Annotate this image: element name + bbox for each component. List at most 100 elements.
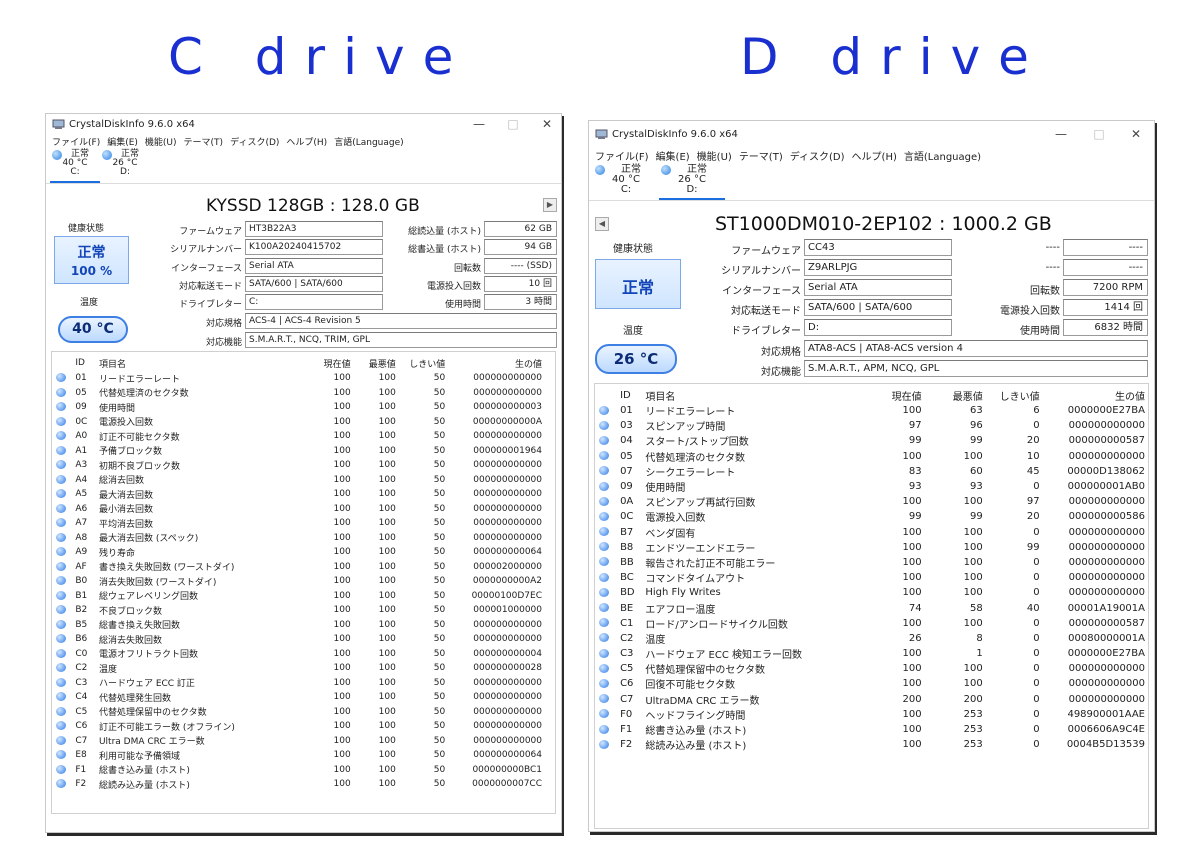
col-attribute[interactable]: 項目名 — [97, 355, 301, 371]
drive-tab-c[interactable]: 正常 40 °C C: — [593, 163, 659, 200]
table-row[interactable]: C6 回復不可能セクタ数 100 100 0 000000000000 — [597, 676, 1147, 691]
table-row[interactable]: F0 ヘッドフライング時間 100 253 0 498900001AAE — [597, 707, 1147, 722]
table-row[interactable]: 03 スピンアップ時間 97 96 0 000000000000 — [597, 418, 1147, 433]
menu-disk[interactable]: ディスク(D) — [230, 135, 279, 148]
col-worst[interactable]: 最悪値 — [924, 387, 985, 403]
table-row[interactable]: A3 初期不良ブロック数 100 100 50 000000000000 — [54, 458, 544, 473]
minimize-button[interactable]: — — [464, 114, 494, 134]
table-row[interactable]: 0A スピンアップ再試行回数 100 100 97 000000000000 — [597, 494, 1147, 509]
table-row[interactable]: C7 UltraDMA CRC エラー数 200 200 0 000000000000 — [597, 692, 1147, 707]
table-row[interactable]: C2 温度 26 8 0 00080000001A — [597, 631, 1147, 646]
col-id[interactable]: ID — [73, 355, 97, 371]
menu-help[interactable]: ヘルプ(H) — [852, 148, 897, 163]
table-row[interactable]: A9 残り寿命 100 100 50 000000000064 — [54, 545, 544, 560]
table-row[interactable]: A7 平均消去回数 100 100 50 000000000000 — [54, 516, 544, 531]
col-threshold[interactable]: しきい値 — [398, 355, 447, 371]
table-row[interactable]: 04 スタート/ストップ回数 99 99 20 000000000587 — [597, 433, 1147, 448]
col-worst[interactable]: 最悪値 — [353, 355, 398, 371]
table-row[interactable]: BB 報告された訂正不可能エラー 100 100 0 000000000000 — [597, 555, 1147, 570]
table-row[interactable]: C0 電源オフリトラクト回数 100 100 50 000000000004 — [54, 647, 544, 662]
table-row[interactable]: AF 書き換え失敗回数 (ワーストダイ) 100 100 50 000002000000 — [54, 560, 544, 575]
table-row[interactable]: F2 総読み込み量 (ホスト) 100 100 50 0000000007CC — [54, 777, 544, 792]
table-row[interactable]: 05 代替処理済のセクタ数 100 100 50 000000000000 — [54, 386, 544, 401]
menu-help[interactable]: ヘルプ(H) — [286, 135, 327, 148]
attr-id: A0 — [75, 431, 88, 442]
drive-tab-c[interactable]: 正常 40 °C C: — [50, 148, 100, 183]
col-id[interactable]: ID — [618, 387, 643, 403]
table-row[interactable]: 0C 電源投入回数 100 100 50 00000000000A — [54, 415, 544, 430]
table-row[interactable]: 01 リードエラーレート 100 100 50 000000000000 — [54, 371, 544, 386]
attr-raw: 000000000587 — [1068, 435, 1145, 447]
table-row[interactable]: C1 ロード/アンロードサイクル回数 100 100 0 000000000587 — [597, 616, 1147, 631]
menu-file[interactable]: ファイル(F) — [52, 135, 100, 148]
table-row[interactable]: BC コマンドタイムアウト 100 100 0 000000000000 — [597, 570, 1147, 585]
table-row[interactable]: C6 訂正不可能エラー数 (オフライン) 100 100 50 000000000000 — [54, 719, 544, 734]
table-row[interactable]: A6 最小消去回数 100 100 50 000000000000 — [54, 502, 544, 517]
table-row[interactable]: 07 シークエラーレート 83 60 45 00000D138062 — [597, 464, 1147, 479]
close-button[interactable]: ✕ — [1119, 121, 1153, 147]
minimize-button[interactable]: — — [1044, 121, 1078, 147]
drive-tab-d[interactable]: 正常 26 °C D: — [659, 163, 725, 200]
attr-name: 代替処理済のセクタ数 — [645, 452, 745, 464]
table-row[interactable]: C4 代替処理発生回数 100 100 50 000000000000 — [54, 690, 544, 705]
table-row[interactable]: B2 不良ブロック数 100 100 50 000001000000 — [54, 603, 544, 618]
attr-name: 予備ブロック数 — [98, 447, 162, 458]
table-row[interactable]: C2 温度 100 100 50 000000000028 — [54, 661, 544, 676]
menu-edit[interactable]: 編集(E) — [107, 135, 138, 148]
menu-function[interactable]: 機能(U) — [697, 148, 732, 163]
table-row[interactable]: F2 総読み込み量 (ホスト) 100 253 0 0004B5D13539 — [597, 737, 1147, 752]
table-row[interactable]: B7 ベンダ固有 100 100 0 000000000000 — [597, 525, 1147, 540]
table-row[interactable]: B6 総消去失敗回数 100 100 50 000000000000 — [54, 632, 544, 647]
table-row[interactable]: 09 使用時間 100 100 50 000000000003 — [54, 400, 544, 415]
table-row[interactable]: A8 最大消去回数 (スペック) 100 100 50 000000000000 — [54, 531, 544, 546]
menu-theme[interactable]: テーマ(T) — [184, 135, 224, 148]
col-threshold[interactable]: しきい値 — [985, 387, 1042, 403]
maximize-button[interactable]: □ — [1082, 121, 1116, 147]
col-attribute[interactable]: 項目名 — [643, 387, 864, 403]
table-row[interactable]: B1 総ウェアレベリング回数 100 100 50 00000100D7EC — [54, 589, 544, 604]
attr-id: 01 — [620, 405, 633, 417]
table-row[interactable]: 09 使用時間 93 93 0 000000001AB0 — [597, 479, 1147, 494]
menu-disk[interactable]: ディスク(D) — [790, 148, 845, 163]
col-raw[interactable]: 生の値 — [447, 355, 544, 371]
table-row[interactable]: F1 総書き込み量 (ホスト) 100 100 50 000000000BC1 — [54, 763, 544, 778]
col-raw[interactable]: 生の値 — [1042, 387, 1147, 403]
menu-theme[interactable]: テーマ(T) — [739, 148, 783, 163]
table-row[interactable]: A1 予備ブロック数 100 100 50 000000001964 — [54, 444, 544, 459]
table-row[interactable]: 05 代替処理済のセクタ数 100 100 10 000000000000 — [597, 449, 1147, 464]
menu-file[interactable]: ファイル(F) — [595, 148, 649, 163]
health-status[interactable]: 正常 — [595, 259, 681, 309]
menu-edit[interactable]: 編集(E) — [656, 148, 690, 163]
col-current[interactable]: 現在値 — [301, 355, 353, 371]
menu-language[interactable]: 言語(Language) — [334, 135, 403, 148]
col-current[interactable]: 現在値 — [865, 387, 924, 403]
menu-language[interactable]: 言語(Language) — [904, 148, 981, 163]
next-disk-button[interactable]: ▶ — [543, 198, 557, 212]
health-status[interactable]: 正常 100 % — [54, 236, 129, 284]
table-row[interactable]: A0 訂正不可能セクタ数 100 100 50 000000000000 — [54, 429, 544, 444]
table-row[interactable]: C5 代替処理保留中のセクタ数 100 100 0 000000000000 — [597, 661, 1147, 676]
table-row[interactable]: A4 総消去回数 100 100 50 000000000000 — [54, 473, 544, 488]
table-row[interactable]: C7 Ultra DMA CRC エラー数 100 100 50 000000000000 — [54, 734, 544, 749]
table-row[interactable]: 01 リードエラーレート 100 63 6 0000000E27BA — [597, 403, 1147, 418]
prev-disk-button[interactable]: ◀ — [595, 217, 609, 231]
table-row[interactable]: 0C 電源投入回数 99 99 20 000000000586 — [597, 509, 1147, 524]
attr-raw: 00080000001A — [1068, 632, 1145, 644]
table-row[interactable]: BE エアフロー温度 74 58 40 00001A19001A — [597, 600, 1147, 616]
attr-raw: 000000000000 — [473, 634, 542, 645]
close-button[interactable]: ✕ — [532, 114, 561, 134]
table-row[interactable]: F1 総書き込み量 (ホスト) 100 253 0 0006606A9C4E — [597, 722, 1147, 737]
table-row[interactable]: C5 代替処理保留中のセクタ数 100 100 50 000000000000 — [54, 705, 544, 720]
drive-tab-d[interactable]: 正常 26 °C D: — [100, 148, 150, 183]
table-row[interactable]: C3 ハードウェア ECC 訂正 100 100 50 000000000000 — [54, 676, 544, 691]
table-row[interactable]: B5 総書き換え失敗回数 100 100 50 000000000000 — [54, 618, 544, 633]
attr-current: 100 — [333, 619, 351, 630]
table-row[interactable]: E8 利用可能な予備領域 100 100 50 000000000064 — [54, 748, 544, 763]
table-row[interactable]: B8 エンドツーエンドエラー 100 100 99 000000000000 — [597, 540, 1147, 555]
table-row[interactable]: A5 最大消去回数 100 100 50 000000000000 — [54, 487, 544, 502]
maximize-button[interactable]: □ — [498, 114, 528, 134]
table-row[interactable]: B0 消去失敗回数 (ワーストダイ) 100 100 50 0000000000A2 — [54, 574, 544, 589]
menu-function[interactable]: 機能(U) — [145, 135, 177, 148]
table-row[interactable]: BD High Fly Writes 100 100 0 000000000000 — [597, 585, 1147, 600]
table-row[interactable]: C3 ハードウェア ECC 検知エラー回数 100 1 0 0000000E27BA — [597, 646, 1147, 661]
